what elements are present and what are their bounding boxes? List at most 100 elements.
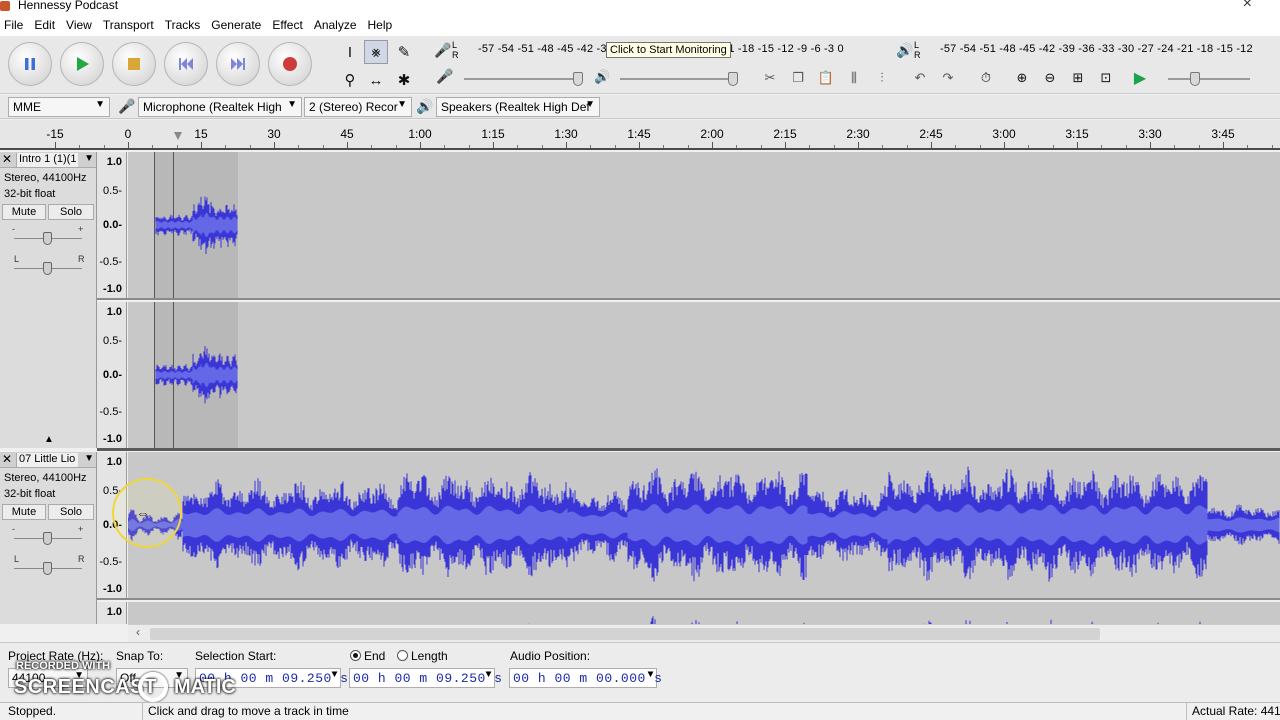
chevron-down-icon: ▼ [485, 670, 492, 681]
audio-position-value: 00 h 00 m 00.000 s [513, 671, 663, 686]
recording-channels-select[interactable]: 2 (Stereo) Recor ▼ [304, 97, 412, 117]
stop-icon [128, 58, 140, 70]
draw-tool-icon[interactable]: ✎ [392, 40, 416, 64]
play-button[interactable] [60, 42, 104, 86]
play-at-speed-icon[interactable]: ▶ [1127, 67, 1153, 89]
pan-slider[interactable] [14, 562, 82, 576]
track-name-button[interactable]: 07 Little Lio [16, 453, 78, 467]
end-radio[interactable]: End [350, 649, 385, 663]
trim-icon[interactable]: ⫼ [841, 67, 867, 89]
silence-icon[interactable]: ⫶ [869, 67, 895, 89]
track-menu-chevron-icon[interactable]: ▼ [84, 453, 94, 464]
skip-to-end-button[interactable] [216, 42, 260, 86]
sync-lock-icon[interactable]: ⏱ [973, 67, 999, 89]
multi-tool-icon[interactable]: ✱ [392, 68, 416, 92]
scale-label: 1.0 [106, 306, 122, 318]
track-control-panel-1[interactable]: ✕ Intro 1 (1)(1 ▼ Stereo, 44100Hz 32-bit… [0, 152, 97, 448]
pause-button[interactable] [8, 42, 52, 86]
envelope-tool-icon[interactable]: ⨳ [364, 40, 388, 64]
gain-slider[interactable] [14, 232, 82, 246]
length-radio-label: Length [411, 649, 448, 663]
status-state: Stopped. [8, 704, 57, 718]
selection-end-time[interactable]: 00 h 00 m 09.250 s ▼ [349, 668, 502, 688]
ruler-label: 3:15 [1065, 127, 1089, 141]
ruler-minor-tick [176, 145, 178, 148]
recording-device-select[interactable]: Microphone (Realtek High ▼ [138, 97, 302, 117]
menu-tracks[interactable]: Tracks [165, 18, 208, 32]
track-2-left-waveform[interactable] [128, 452, 1280, 598]
scale-label: 0.0- [103, 369, 122, 381]
play-meter-left-label: L [914, 40, 920, 50]
menu-view[interactable]: View [66, 18, 99, 32]
record-button[interactable] [268, 42, 312, 86]
microphone-icon: 🎤 [434, 42, 452, 58]
menu-transport[interactable]: Transport [103, 18, 161, 32]
track-1-left-waveform[interactable] [128, 152, 1280, 298]
fit-selection-icon[interactable]: ⊞ [1065, 67, 1091, 89]
audio-host-select[interactable]: MME ▼ [8, 97, 110, 117]
chevron-down-icon: ▼ [287, 99, 297, 110]
undo-icon[interactable]: ↶ [907, 67, 933, 89]
zoom-tool-icon[interactable]: ⚲ [338, 68, 362, 92]
mute-button[interactable]: Mute [2, 204, 46, 220]
playback-meter[interactable]: 🔊 LR -57 -54 -51 -48 -45 -42 -39 -36 -33… [894, 40, 1280, 64]
menu-help[interactable]: Help [368, 18, 400, 32]
close-track-icon[interactable]: ✕ [2, 152, 12, 166]
ruler-minor-tick [1028, 145, 1030, 148]
recording-volume-slider[interactable]: 🎤 🔊 [436, 68, 746, 88]
solo-button[interactable]: Solo [48, 204, 94, 220]
fit-project-icon[interactable]: ⊡ [1093, 67, 1119, 89]
zoom-in-icon[interactable]: ⊕ [1009, 67, 1035, 89]
meter-left-label: L [452, 40, 458, 50]
ruler-tick [1223, 142, 1224, 148]
scale-label: 0.5- [103, 335, 122, 347]
selection-tool-icon[interactable]: I [338, 40, 362, 64]
ruler-label: 15 [194, 127, 208, 141]
stop-button[interactable] [112, 42, 156, 86]
play-at-speed-slider[interactable] [1164, 68, 1256, 88]
gain-slider[interactable] [14, 532, 82, 546]
track-2-right-waveform[interactable] [128, 602, 1280, 624]
status-actual-rate: Actual Rate: 4410 [1192, 704, 1280, 718]
menu-analyze[interactable]: Analyze [314, 18, 364, 32]
menu-edit[interactable]: Edit [34, 18, 62, 32]
window-title: Hennessy Podcast [18, 0, 119, 12]
menu-file[interactable]: File [4, 18, 30, 32]
track-1-right-waveform[interactable] [128, 302, 1280, 448]
scrollbar-thumb[interactable] [150, 628, 1100, 640]
status-hint: Click and drag to move a track in time [148, 704, 349, 718]
track-menu-chevron-icon[interactable]: ▼ [84, 153, 94, 164]
horizontal-scrollbar[interactable]: ‹ [128, 624, 1280, 642]
ruler-label: 2:45 [919, 127, 943, 141]
skip-to-start-button[interactable] [164, 42, 208, 86]
close-track-icon[interactable]: ✕ [2, 452, 12, 466]
ruler-tick [566, 142, 567, 148]
paste-icon[interactable]: 📋 [813, 67, 839, 89]
track-control-panel-2[interactable]: ✕ 07 Little Lio ▼ Stereo, 44100Hz 32-bit… [0, 452, 97, 624]
solo-button[interactable]: Solo [48, 504, 94, 520]
timeline-ruler[interactable]: -15 0 15 30 45 1:00 1:15 1:30 1:45 2:00 2:15 2:30 2:… [0, 120, 1280, 150]
track-name-button[interactable]: Intro 1 (1)(1 [16, 153, 78, 167]
scroll-left-icon[interactable]: ‹ [136, 625, 140, 639]
close-window-icon[interactable]: × [1243, 0, 1252, 13]
menu-generate[interactable]: Generate [211, 18, 268, 32]
time-shift-tool-icon[interactable]: ↔ [364, 68, 388, 92]
collapse-track-icon[interactable]: ▲ [44, 434, 54, 445]
pan-slider[interactable] [14, 262, 82, 276]
menu-effect[interactable]: Effect [272, 18, 309, 32]
length-radio[interactable]: Length [397, 649, 448, 663]
tools-toolbar: I ⨳ ✎ ⚲ ↔ ✱ [338, 38, 420, 94]
cut-icon[interactable]: ✂ [757, 67, 783, 89]
mute-button[interactable]: Mute [2, 504, 46, 520]
playback-device-select[interactable]: Speakers (Realtek High Def ▼ [436, 97, 600, 117]
ruler-minor-tick [225, 145, 227, 148]
copy-icon[interactable]: ❐ [785, 67, 811, 89]
audio-position-time[interactable]: 00 h 00 m 00.000 s ▼ [509, 668, 662, 688]
redo-icon[interactable]: ↷ [935, 67, 961, 89]
ruler-minor-tick [249, 145, 251, 148]
radio-unselected-icon [397, 650, 408, 661]
track-2-right-scale: 1.0 [97, 602, 127, 624]
playback-device-value: Speakers (Realtek High Def [441, 100, 590, 114]
zoom-out-icon[interactable]: ⊖ [1037, 67, 1063, 89]
meter-right-label: R [452, 50, 459, 60]
